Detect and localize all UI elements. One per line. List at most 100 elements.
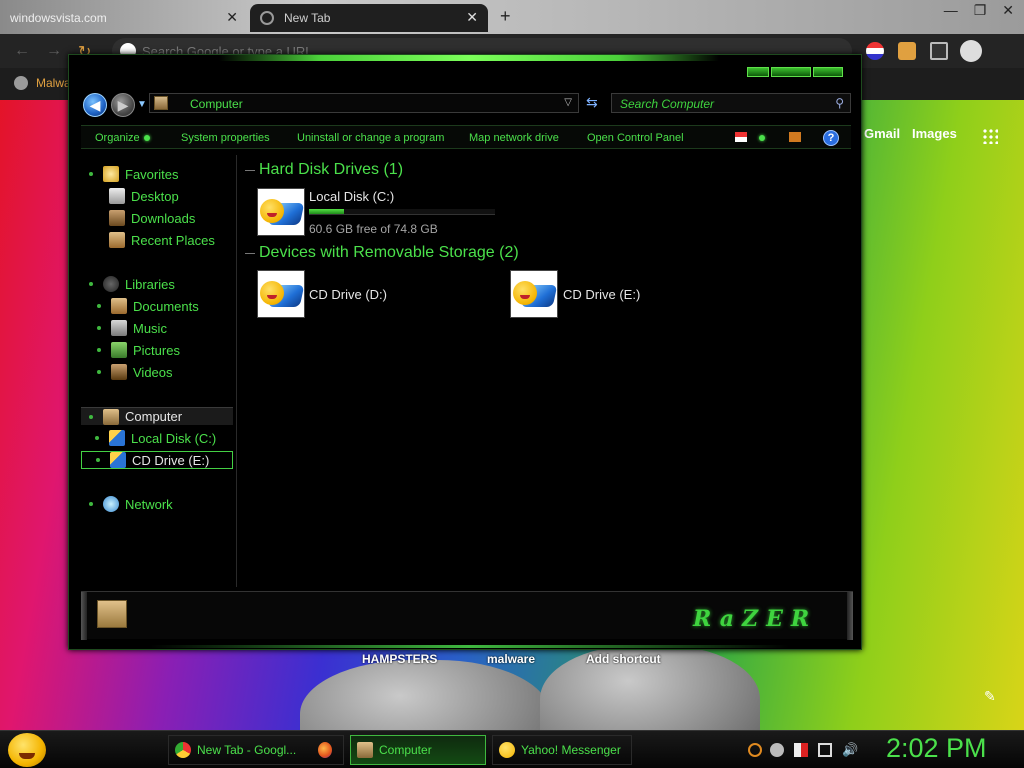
taskbar: New Tab - Googl... Computer Yahoo! Messe…	[0, 730, 1024, 768]
close-window-icon[interactable]: ✕	[1002, 2, 1014, 19]
address-bar[interactable]: Computer ▽	[149, 93, 579, 113]
preview-pane-icon[interactable]	[789, 132, 801, 142]
close-tab-icon[interactable]: ✕	[226, 9, 238, 26]
taskbar-item-label: New Tab - Googl...	[197, 743, 297, 757]
taskbar-clock[interactable]: 2:02 PM	[886, 733, 987, 764]
nav-libraries[interactable]: Libraries	[89, 275, 175, 293]
shortcut-add[interactable]: Add shortcut	[586, 652, 661, 666]
nav-label: CD Drive (E:)	[132, 452, 210, 468]
search-tray-icon[interactable]	[748, 743, 762, 757]
side-panel-icon[interactable]	[930, 42, 948, 60]
taskbar-item-computer[interactable]: Computer	[350, 735, 486, 765]
back-arrow-icon[interactable]: ◀	[83, 93, 107, 117]
group-removable-storage[interactable]: Devices with Removable Storage (2)	[245, 244, 519, 262]
nav-downloads[interactable]: Downloads	[109, 209, 195, 227]
razer-logo: RaZER	[693, 606, 818, 632]
browser-tab-new-tab[interactable]: New Tab ✕	[250, 4, 488, 32]
globe-icon	[14, 76, 28, 90]
bookmark-malware[interactable]: Malwa	[14, 76, 71, 90]
uninstall-program-button[interactable]: Uninstall or change a program	[297, 132, 444, 144]
view-dropdown-dot-icon[interactable]	[759, 135, 765, 141]
nav-favorites[interactable]: Favorites	[89, 165, 178, 183]
network-icon	[103, 496, 119, 512]
close-window-icon[interactable]	[813, 67, 843, 77]
chevron-down-icon[interactable]: ▽	[564, 97, 572, 108]
nav-recent-places[interactable]: Recent Places	[109, 231, 215, 249]
shortcut-malware[interactable]: malware	[487, 652, 535, 666]
cd-drive-d-label[interactable]: CD Drive (D:)	[309, 287, 387, 302]
local-disk-c-free: 60.6 GB free of 74.8 GB	[309, 222, 438, 236]
nav-computer[interactable]: Computer	[81, 407, 233, 425]
network-tray-icon[interactable]	[818, 743, 832, 757]
nav-network[interactable]: Network	[89, 495, 173, 513]
expand-bullet-icon	[89, 172, 93, 176]
map-network-drive-button[interactable]: Map network drive	[469, 132, 559, 144]
nav-label: Libraries	[125, 276, 175, 292]
music-icon	[111, 320, 127, 336]
gmail-link[interactable]: Gmail	[864, 126, 900, 141]
volume-icon[interactable]: 🔊	[842, 743, 858, 757]
nav-label: Documents	[133, 298, 199, 314]
browser-tab-windowsvista[interactable]: windowsvista.com ✕	[0, 4, 248, 32]
address-text: Computer	[190, 97, 243, 111]
yahoo-messenger-icon	[499, 742, 515, 758]
search-placeholder: Search Computer	[620, 97, 715, 111]
help-icon[interactable]: ?	[823, 130, 839, 146]
hard-disk-icon[interactable]	[257, 188, 305, 236]
nav-cd-drive[interactable]: CD Drive (E:)	[81, 451, 233, 469]
forward-arrow-icon[interactable]: →	[46, 42, 62, 60]
nav-desktop[interactable]: Desktop	[109, 187, 179, 205]
search-icon[interactable]: ⚲	[835, 96, 844, 110]
google-apps-icon[interactable]	[982, 128, 998, 144]
cd-drive-icon	[110, 452, 126, 468]
expand-bullet-icon	[89, 282, 93, 286]
cd-drive-e-label[interactable]: CD Drive (E:)	[563, 287, 640, 302]
organize-button[interactable]: Organize	[95, 132, 150, 144]
system-properties-button[interactable]: System properties	[181, 132, 270, 144]
minimize-icon[interactable]: —	[944, 2, 958, 19]
recent-pages-chevron-icon[interactable]: ▼	[137, 99, 147, 110]
group-hard-disk-drives[interactable]: Hard Disk Drives (1)	[245, 161, 403, 179]
expand-bullet-icon	[96, 458, 100, 462]
expand-bullet-icon	[95, 436, 99, 440]
organize-label: Organize	[95, 132, 140, 144]
details-pane: RaZER	[81, 591, 853, 640]
close-tab-icon[interactable]: ✕	[466, 9, 478, 26]
shortcut-hampsters[interactable]: HAMPSTERS	[362, 652, 437, 666]
action-center-flag-icon[interactable]	[794, 743, 808, 757]
nav-music[interactable]: Music	[97, 319, 167, 337]
forward-arrow-icon[interactable]: ▶	[111, 93, 135, 117]
view-options-icon[interactable]	[735, 132, 747, 142]
flag-extension-icon[interactable]	[866, 42, 884, 60]
profile-avatar[interactable]	[960, 40, 982, 62]
cd-drive-d-icon[interactable]	[257, 270, 305, 318]
customize-pencil-icon[interactable]: ✎	[984, 688, 996, 705]
cd-drive-e-icon[interactable]	[510, 270, 558, 318]
expand-bullet-icon	[89, 502, 93, 506]
taskbar-item-label: Yahoo! Messenger	[521, 743, 621, 757]
images-link[interactable]: Images	[912, 126, 957, 141]
search-input[interactable]: Search Computer ⚲	[611, 93, 851, 113]
refresh-icon[interactable]: ⇆	[586, 94, 598, 111]
restore-icon[interactable]: ❐	[974, 2, 987, 19]
minimize-icon[interactable]	[747, 67, 769, 77]
back-arrow-icon[interactable]: ←	[14, 42, 30, 60]
nav-local-disk[interactable]: Local Disk (C:)	[95, 429, 216, 447]
nav-label: Favorites	[125, 166, 179, 182]
details-pane-edge	[81, 592, 87, 640]
nav-videos[interactable]: Videos	[97, 363, 173, 381]
puzzle-extension-icon[interactable]	[898, 42, 916, 60]
nav-pictures[interactable]: Pictures	[97, 341, 180, 359]
taskbar-item-yahoo-messenger[interactable]: Yahoo! Messenger	[492, 735, 632, 765]
status-tray-icon[interactable]	[770, 743, 784, 757]
maximize-icon[interactable]	[771, 67, 811, 77]
start-button-smiley-icon[interactable]	[8, 733, 46, 767]
new-tab-button[interactable]: +	[500, 6, 511, 27]
star-icon	[103, 166, 119, 182]
nav-documents[interactable]: Documents	[97, 297, 199, 315]
taskbar-item-firefox[interactable]	[312, 735, 344, 765]
local-disk-c-label[interactable]: Local Disk (C:)	[309, 189, 394, 204]
open-control-panel-button[interactable]: Open Control Panel	[587, 132, 684, 144]
expand-bullet-icon	[97, 370, 101, 374]
smiley-icon	[260, 281, 284, 305]
